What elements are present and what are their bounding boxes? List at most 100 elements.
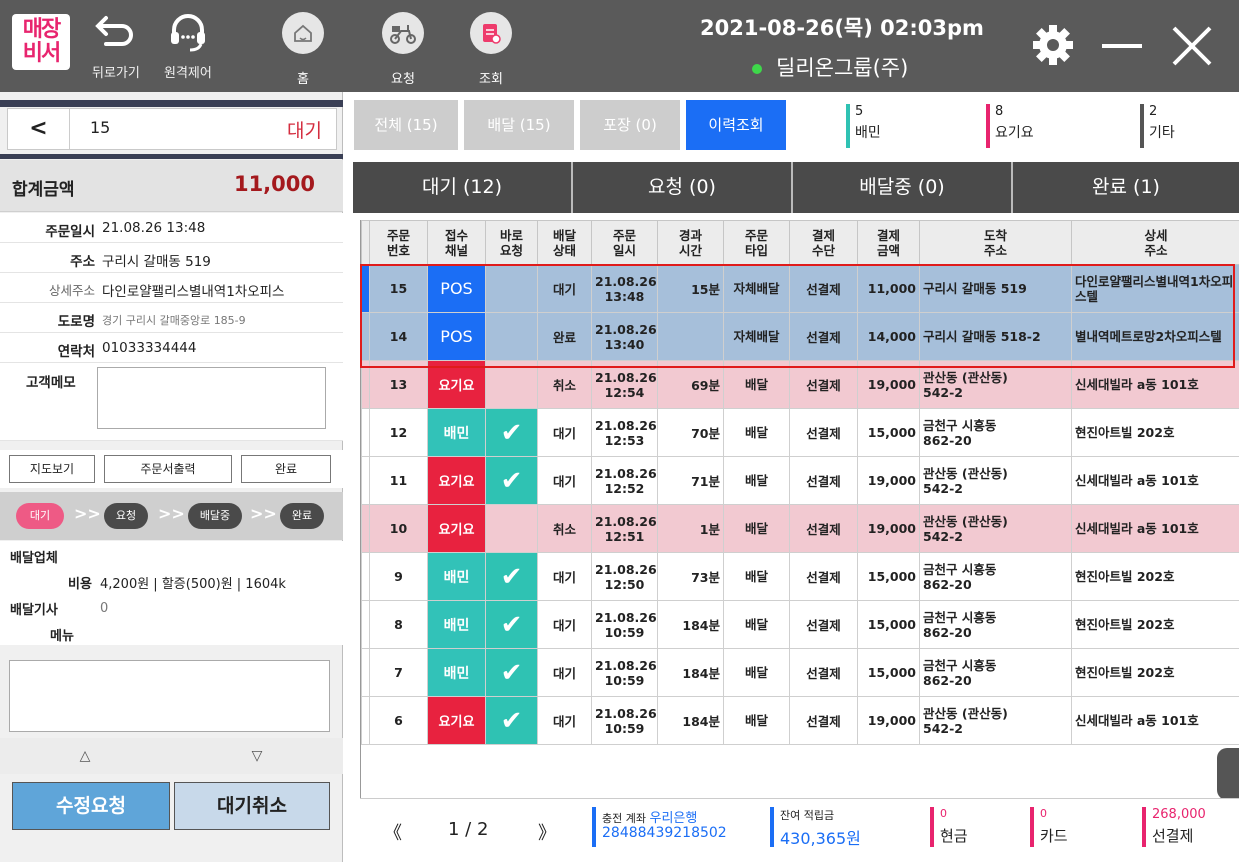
tab-delivery[interactable]: 배달 (15) <box>464 100 574 150</box>
payment-amount-cell: 14,000 <box>857 312 920 361</box>
inquiry-button[interactable] <box>470 12 512 54</box>
detail-address: 다인로얄팰리스별내역1차오피스텔 <box>1075 273 1234 304</box>
tab-history[interactable]: 이력조회 <box>686 100 786 150</box>
tab-completed[interactable]: 완료 (1) <box>1013 162 1239 213</box>
table-header-cell[interactable]: 바로 요청 <box>485 220 538 265</box>
card-total-bar <box>1030 807 1034 847</box>
table-header-cell[interactable]: 주문 번호 <box>369 220 428 265</box>
detail-address-cell: 현진아트빌 202호 <box>1071 600 1239 649</box>
table-row[interactable]: 14 POS 완료 21.08.26 13:40 자체배달 선결제 14,000 구리시 갈매동… <box>361 312 1239 361</box>
detail-address-cell: 현진아트빌 202호 <box>1071 408 1239 457</box>
scroll-down-icon[interactable]: ▽ <box>172 738 342 774</box>
print-order-button[interactable]: 주문서출력 <box>104 455 232 483</box>
table-row[interactable]: 12 배민 ✔ 대기 21.08.26 12:53 70분 배달 선결제 15,000 금천구 시흥… <box>361 408 1239 457</box>
direct-request-cell <box>485 312 538 361</box>
map-view-button[interactable]: 지도보기 <box>9 455 95 483</box>
direct-request-cell[interactable]: ✔ <box>485 648 538 697</box>
elapsed-time: 73분 <box>691 570 720 585</box>
datetime: 2021-08-26(목) 02:03pm <box>700 16 984 40</box>
order-number-cell: 11 <box>369 456 428 505</box>
table-row[interactable]: 8 배민 ✔ 대기 21.08.26 10:59 184분 배달 선결제 15,000 금천구 시흥… <box>361 600 1239 649</box>
complete-button[interactable]: 완료 <box>241 455 331 483</box>
customer-memo-field[interactable] <box>97 367 326 429</box>
table-row[interactable]: 11 요기요 ✔ 대기 21.08.26 12:52 71분 배달 선결제 19,000 관산동 (… <box>361 456 1239 505</box>
selected-order-number[interactable]: 15 <box>90 118 110 137</box>
total-amount-row: 합계금액 11,000 <box>0 160 343 212</box>
table-row[interactable]: 15 POS 대기 21.08.26 13:48 15분 자체배달 선결제 11,000 구리시 … <box>361 264 1239 313</box>
scroll-up-icon[interactable]: △ <box>0 738 170 774</box>
order-date-cell: 21.08.26 10:59 <box>591 648 658 697</box>
delivery-status: 대기 <box>552 474 576 489</box>
direct-request-cell[interactable]: ✔ <box>485 552 538 601</box>
detail-address-cell: 현진아트빌 202호 <box>1071 552 1239 601</box>
tab-waiting[interactable]: 대기 (12) <box>353 162 573 213</box>
request-button[interactable] <box>382 12 424 54</box>
direct-request-cell <box>485 360 538 409</box>
table-row[interactable]: 10 요기요 취소 21.08.26 12:51 1분 배달 선결제 19,000 관산동 (관산… <box>361 504 1239 553</box>
tab-requested[interactable]: 요청 (0) <box>573 162 793 213</box>
order-date-row: 주문일시 21.08.26 13:48 <box>0 213 343 243</box>
table-header-cell[interactable]: 상세 주소 <box>1071 220 1239 265</box>
table-header-cell[interactable]: 주문 타입 <box>723 220 790 265</box>
payment-amount: 15,000 <box>867 425 916 440</box>
row-marker <box>361 312 370 361</box>
payment-amount-cell: 15,000 <box>857 600 920 649</box>
elapsed-time-cell: 69분 <box>657 360 724 409</box>
table-row[interactable]: 9 배민 ✔ 대기 21.08.26 12:50 73분 배달 선결제 15,000 금천구 시흥동… <box>361 552 1239 601</box>
side-handle-icon[interactable] <box>1217 748 1239 800</box>
direct-request-cell[interactable]: ✔ <box>485 696 538 745</box>
payment-method-cell: 선결제 <box>789 600 858 649</box>
order-time: 13:40 <box>604 336 645 352</box>
row-marker <box>361 456 370 505</box>
gear-icon[interactable] <box>1028 20 1078 70</box>
detail-address-cell: 신세대빌라 a동 101호 <box>1071 504 1239 553</box>
order-date: 21.08.26 <box>595 561 657 577</box>
remote-label: 원격제어 <box>164 66 212 81</box>
payment-amount-cell: 19,000 <box>857 456 920 505</box>
order-date-cell: 21.08.26 10:59 <box>591 600 658 649</box>
order-time: 13:48 <box>604 288 645 304</box>
edit-request-button[interactable]: 수정요청 <box>12 782 170 830</box>
payment-method: 선결제 <box>806 522 841 537</box>
next-page-button[interactable]: 》 <box>538 819 556 845</box>
tab-takeout[interactable]: 포장 (0) <box>580 100 680 150</box>
table-header-cell[interactable]: 주문 일시 <box>591 220 658 265</box>
row-marker <box>361 264 370 313</box>
home-button[interactable] <box>282 12 324 54</box>
table-header-cell[interactable]: 경과 시간 <box>657 220 724 265</box>
prev-page-button[interactable]: 《 <box>384 819 402 845</box>
table-header-cell[interactable]: 배달 상태 <box>537 220 592 265</box>
address-line2: 542-2 <box>923 528 963 544</box>
direct-request-cell[interactable]: ✔ <box>485 600 538 649</box>
minimize-icon[interactable] <box>1100 28 1144 64</box>
elapsed-time-cell: 184분 <box>657 600 724 649</box>
direct-request-cell[interactable]: ✔ <box>485 408 538 457</box>
table-header-cell[interactable]: 접수 채널 <box>427 220 486 265</box>
table-row[interactable]: 6 요기요 ✔ 대기 21.08.26 10:59 184분 배달 선결제 19,000 관산동 (… <box>361 696 1239 745</box>
table-row[interactable]: 7 배민 ✔ 대기 21.08.26 10:59 184분 배달 선결제 15,000 금천구 시흥… <box>361 648 1239 697</box>
order-type: 배달 <box>744 665 768 680</box>
close-icon[interactable] <box>1170 24 1214 68</box>
order-type-cell: 배달 <box>723 648 790 697</box>
table-header-text: 시간 <box>678 242 702 258</box>
payment-amount: 15,000 <box>867 569 916 584</box>
menu-list[interactable] <box>9 660 330 732</box>
order-type-cell: 자체배달 <box>723 312 790 361</box>
charge-label: 충전 계좌 <box>602 812 646 825</box>
back-button[interactable]: 뒤로가기 <box>92 10 140 81</box>
tab-all[interactable]: 전체 (15) <box>354 100 458 150</box>
table-header-cell[interactable]: 도착 주소 <box>919 220 1072 265</box>
row-marker <box>361 648 370 697</box>
remote-control-button[interactable]: 원격제어 <box>164 10 212 81</box>
cancel-waiting-button[interactable]: 대기취소 <box>174 782 330 830</box>
detail-address-row: 상세주소 다인로얄팰리스별내역1차오피스 <box>0 273 343 303</box>
table-row[interactable]: 13 요기요 취소 21.08.26 12:54 69분 배달 선결제 19,000 관산동 (관… <box>361 360 1239 409</box>
tab-delivering[interactable]: 배달중 (0) <box>793 162 1013 213</box>
table-header-cell[interactable]: 결제 금액 <box>857 220 920 265</box>
flow-arrow-icon: >> <box>158 504 185 523</box>
table-header-cell[interactable]: 결제 수단 <box>789 220 858 265</box>
customer-memo-row: 고객메모 <box>0 363 343 441</box>
direct-request-cell[interactable]: ✔ <box>485 456 538 505</box>
address-line1: 금천구 시흥동 <box>923 417 997 433</box>
chevron-left-icon[interactable]: < <box>8 109 70 149</box>
